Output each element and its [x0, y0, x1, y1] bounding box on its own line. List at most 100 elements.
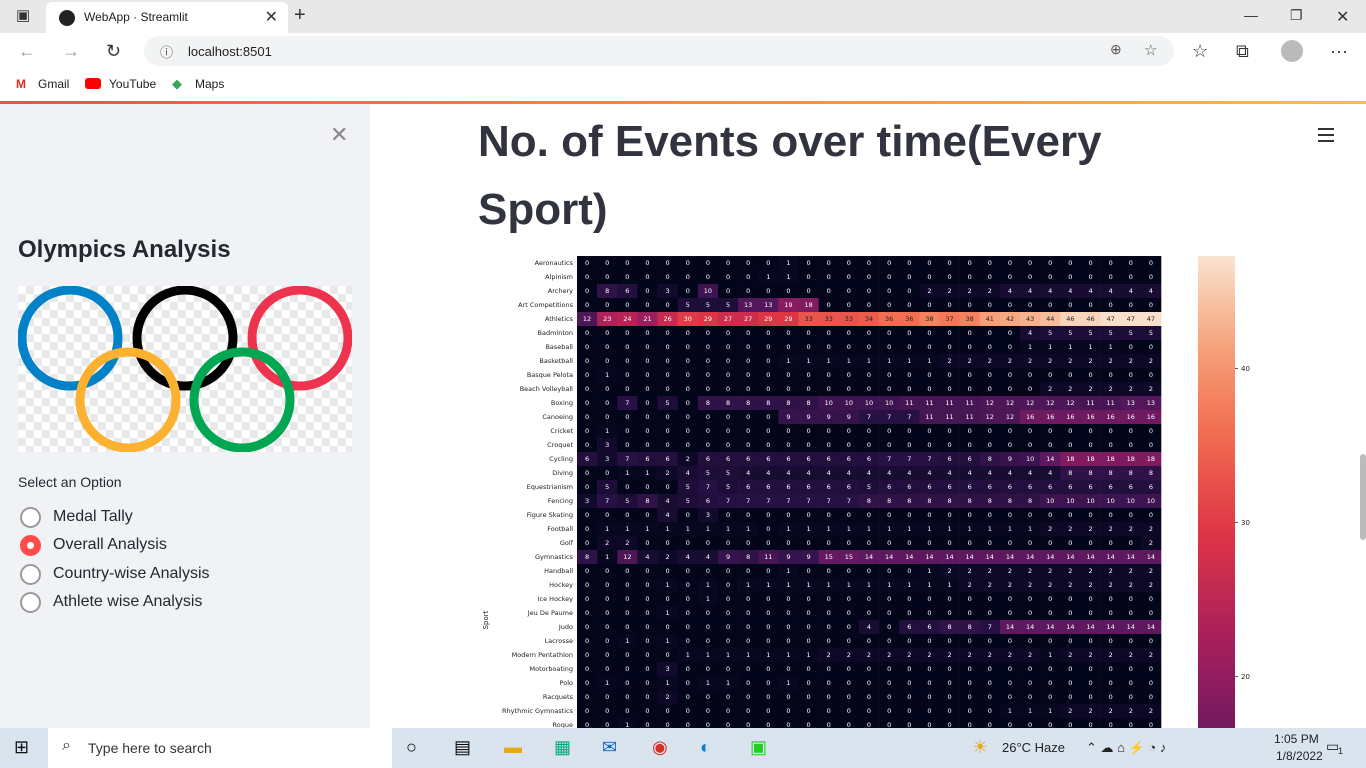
minimize-icon[interactable]: —	[1244, 7, 1258, 23]
reload-icon[interactable]: ↻	[106, 41, 121, 62]
cell-value-label: 1	[605, 679, 609, 687]
chrome-icon[interactable]: ◉	[652, 737, 668, 758]
window-close-icon[interactable]: ✕	[1336, 7, 1349, 27]
tab-actions-icon[interactable]: ▣	[16, 6, 30, 24]
cell-value-label: 0	[827, 441, 831, 449]
cell-value-label: 0	[585, 511, 589, 519]
cell-value-label: 2	[1109, 385, 1113, 393]
tray-icons[interactable]: ⌃ ☁ ⌂ ⚡ ◔ ♪	[1086, 740, 1166, 756]
cell-value-label: 0	[766, 511, 770, 519]
cell-value-label: 4	[1028, 287, 1032, 295]
cell-value-label: 6	[807, 483, 811, 491]
cell-value-label: 7	[907, 413, 911, 421]
restore-icon[interactable]: ❐	[1290, 7, 1303, 24]
cell-value-label: 5	[686, 301, 690, 309]
cell-value-label: 2	[1149, 385, 1153, 393]
cell-value-label: 2	[605, 539, 609, 547]
forward-icon[interactable]: →	[62, 41, 80, 62]
cell-value-label: 0	[746, 707, 750, 715]
cell-value-label: 2	[625, 539, 629, 547]
edge-icon[interactable]: ◐	[700, 737, 711, 758]
cell-value-label: 2	[1109, 651, 1113, 659]
mail-icon[interactable]: ✉	[602, 737, 617, 758]
cell-value-label: 0	[1088, 609, 1092, 617]
cell-value-label: 0	[867, 637, 871, 645]
cell-value-label: 2	[1149, 707, 1153, 715]
favorite-icon[interactable]: ☆	[1144, 41, 1157, 59]
cell-value-label: 0	[807, 511, 811, 519]
cell-value-label: 0	[927, 637, 931, 645]
browser-tab[interactable]: WebApp · Streamlit ✕	[46, 2, 288, 33]
cell-value-label: 36	[885, 315, 893, 323]
radio-circle[interactable]	[20, 507, 41, 528]
clock-date[interactable]: 1/8/2022	[1276, 749, 1323, 763]
cell-value-label: 4	[686, 553, 690, 561]
cell-value-label: 14	[865, 553, 873, 561]
cell-value-label: 1	[827, 357, 831, 365]
cell-value-label: 2	[1088, 651, 1092, 659]
bookmark-youtube[interactable]: YouTube	[109, 77, 156, 91]
windows-start-icon[interactable]: ⊞	[14, 737, 29, 758]
url-field[interactable]: ⓘ localhost:8501 ⊕ ☆	[144, 36, 1174, 66]
cell-value-label: 5	[1149, 329, 1153, 337]
cell-value-label: 0	[887, 287, 891, 295]
row-tick-label: Badminton	[538, 329, 573, 337]
cell-value-label: 0	[625, 609, 629, 617]
cell-value-label: 0	[605, 581, 609, 589]
task-view-icon[interactable]: ▤	[454, 737, 471, 758]
collections-icon[interactable]: ⧉	[1236, 41, 1249, 62]
cell-value-label: 13	[1147, 399, 1155, 407]
row-tick-label: Golf	[560, 539, 574, 547]
store-icon[interactable]: ▦	[554, 737, 571, 758]
select-option-label: Select an Option	[18, 474, 122, 490]
cell-value-label: 0	[645, 679, 649, 687]
cell-value-label: 0	[827, 693, 831, 701]
cell-value-label: 7	[867, 413, 871, 421]
clock-time[interactable]: 1:05 PM	[1274, 732, 1319, 746]
taskbar-search[interactable]: ⌕ Type here to search	[48, 728, 392, 768]
cell-value-label: 0	[605, 413, 609, 421]
cortana-icon[interactable]: ○	[406, 737, 417, 758]
cell-value-label: 0	[968, 539, 972, 547]
favorites-icon[interactable]: ☆	[1192, 41, 1208, 62]
profile-avatar[interactable]	[1281, 40, 1303, 62]
bookmark-gmail[interactable]: Gmail	[38, 77, 69, 91]
cell-value-label: 0	[706, 707, 710, 715]
bookmark-maps[interactable]: Maps	[195, 77, 224, 91]
pycharm-icon[interactable]: ▣	[750, 737, 767, 758]
row-tick-label: Rhythmic Gymnastics	[502, 707, 574, 715]
row-tick-label: Roque	[553, 721, 573, 728]
cell-value-label: 1	[827, 525, 831, 533]
radio-circle-selected[interactable]	[20, 535, 41, 556]
close-tab-icon[interactable]: ✕	[265, 7, 278, 27]
close-sidebar-icon[interactable]: ✕	[330, 122, 348, 148]
cell-value-label: 0	[766, 637, 770, 645]
cell-value-label: 0	[1088, 511, 1092, 519]
cell-value-label: 0	[706, 665, 710, 673]
cell-value-label: 1	[807, 525, 811, 533]
more-icon[interactable]: ···	[1330, 41, 1348, 62]
cell-value-label: 0	[726, 511, 730, 519]
cell-value-label: 10	[1127, 497, 1135, 505]
hamburger-menu-icon[interactable]	[1318, 128, 1334, 142]
new-tab-icon[interactable]: +	[294, 4, 306, 27]
back-icon[interactable]: ←	[18, 41, 36, 62]
cell-value-label: 8	[947, 623, 951, 631]
radio-circle[interactable]	[20, 564, 41, 585]
cell-value-label: 6	[786, 455, 790, 463]
cell-value-label: 0	[927, 665, 931, 673]
zoom-icon[interactable]: ⊕	[1110, 41, 1122, 58]
radio-label: Medal Tally	[53, 508, 133, 525]
cell-value-label: 0	[645, 301, 649, 309]
cell-value-label: 0	[1048, 679, 1052, 687]
cell-value-label: 1	[1028, 525, 1032, 533]
cell-value-label: 0	[927, 595, 931, 603]
cell-value-label: 0	[666, 273, 670, 281]
cell-value-label: 0	[887, 623, 891, 631]
weather-text[interactable]: 26°C Haze	[1002, 740, 1065, 755]
radio-circle[interactable]	[20, 592, 41, 613]
cell-value-label: 0	[746, 259, 750, 267]
file-explorer-icon[interactable]: ▬	[504, 737, 522, 758]
page-scrollbar[interactable]	[1360, 454, 1366, 540]
cell-value-label: 0	[907, 511, 911, 519]
